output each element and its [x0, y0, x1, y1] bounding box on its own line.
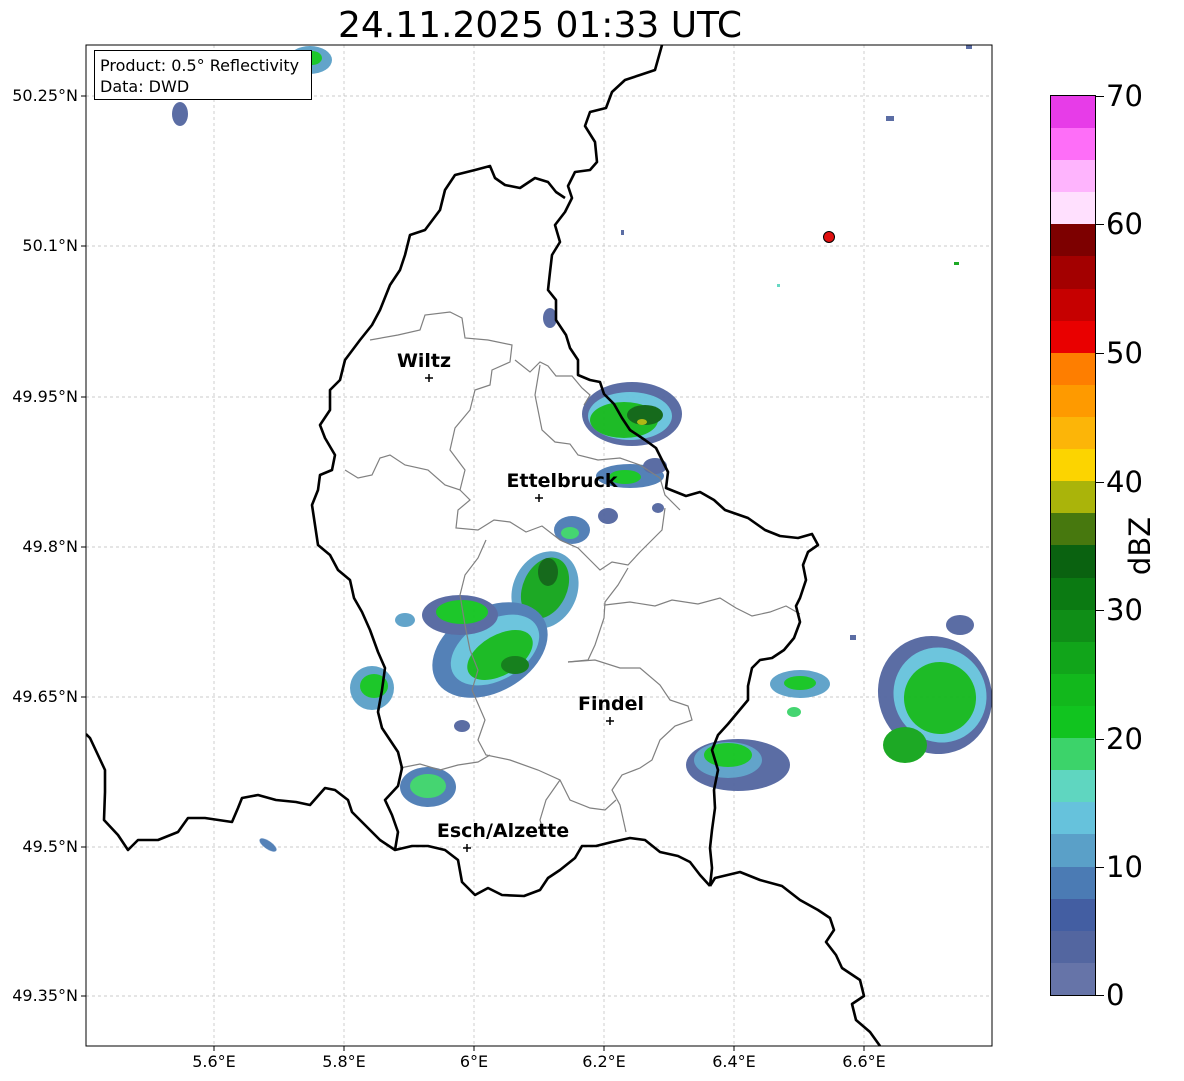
- colorbar-segment: [1051, 673, 1095, 707]
- colorbar-segment: [1051, 770, 1095, 803]
- colorbar-segment: [1051, 481, 1095, 514]
- colorbar-segment: [1051, 449, 1095, 482]
- axis-ticks: [81, 95, 865, 1051]
- lon-tick-label: 6°E: [459, 1052, 489, 1071]
- lat-tick-label: 49.5°N: [22, 837, 78, 856]
- lat-tick-label: 49.65°N: [12, 687, 78, 706]
- colorbar-tick-label: 70: [1106, 79, 1143, 113]
- colorbar-segment: [1051, 738, 1095, 771]
- marker-ettelbruck: [535, 494, 543, 502]
- colorbar-segment: [1051, 577, 1095, 610]
- lon-tick-label: 6.2°E: [582, 1052, 626, 1071]
- lat-tick-label: 50.1°N: [22, 236, 78, 255]
- colorbar-segment: [1051, 95, 1095, 129]
- colorbar-tick-label: 20: [1106, 722, 1143, 756]
- lat-tick-label: 49.95°N: [12, 387, 78, 406]
- colorbar-segment: [1051, 288, 1095, 321]
- colorbar-segment: [1051, 160, 1095, 193]
- colorbar-segment: [1051, 641, 1095, 674]
- colorbar-segment: [1051, 545, 1095, 578]
- colorbar-segment: [1051, 320, 1095, 353]
- lat-tick-label: 49.8°N: [22, 537, 78, 556]
- lon-tick-label: 5.8°E: [322, 1052, 366, 1071]
- city-label-wiltz: Wiltz: [396, 350, 452, 372]
- echo-cell-north-border: [543, 308, 682, 544]
- colorbar-segment: [1051, 256, 1095, 289]
- dbz-colorbar: [1050, 95, 1096, 996]
- product-info-box: Product: 0.5° Reflectivity Data: DWD: [94, 50, 312, 100]
- marker-esch: [463, 844, 471, 852]
- colorbar-segment: [1051, 384, 1095, 418]
- colorbar-segment: [1051, 417, 1095, 450]
- colorbar-tick-label: 40: [1106, 465, 1143, 499]
- radar-map: [81, 44, 993, 1051]
- map-frame: [85, 44, 993, 1047]
- marker-findel: [606, 717, 614, 725]
- colorbar-segment: [1051, 898, 1095, 931]
- colorbar-segment: [1051, 802, 1095, 835]
- colorbar-tick-label: 50: [1106, 336, 1143, 370]
- colorbar-segment: [1051, 128, 1095, 161]
- colorbar-tick-label: 10: [1106, 850, 1143, 884]
- colorbar-tick-label: 30: [1106, 593, 1143, 627]
- radar-site-marker: [823, 231, 835, 243]
- marker-wiltz: [425, 374, 433, 382]
- colorbar-label: dBZ: [1123, 516, 1157, 576]
- colorbar-segment: [1051, 192, 1095, 225]
- city-label-findel: Findel: [577, 693, 645, 715]
- lat-tick-label: 49.35°N: [12, 986, 78, 1005]
- lat-tick-label: 50.25°N: [12, 86, 78, 105]
- colorbar-segment: [1051, 513, 1095, 546]
- data-source-text: Data: DWD: [100, 77, 190, 96]
- colorbar-segment: [1051, 866, 1095, 899]
- colorbar-segment: [1051, 834, 1095, 867]
- colorbar-segment: [1051, 706, 1095, 739]
- colorbar-segment: [1051, 962, 1095, 995]
- colorbar-segment: [1051, 224, 1095, 257]
- colorbar-tick-label: 0: [1106, 978, 1125, 1012]
- city-label-esch: Esch/Alzette: [436, 820, 570, 842]
- product-text: Product: 0.5° Reflectivity: [100, 56, 300, 75]
- lon-tick-label: 6.6°E: [842, 1052, 886, 1071]
- map-gridlines: [86, 45, 992, 1046]
- city-label-ettelbruck: Ettelbruck: [506, 470, 618, 492]
- echo-cell-central: [172, 46, 579, 852]
- colorbar-segment: [1051, 930, 1095, 963]
- colorbar-segment: [1051, 609, 1095, 642]
- colorbar-tick-label: 60: [1106, 207, 1143, 241]
- lon-tick-label: 5.6°E: [192, 1052, 236, 1071]
- lon-tick-label: 6.4°E: [712, 1052, 756, 1071]
- colorbar-segment: [1051, 352, 1095, 385]
